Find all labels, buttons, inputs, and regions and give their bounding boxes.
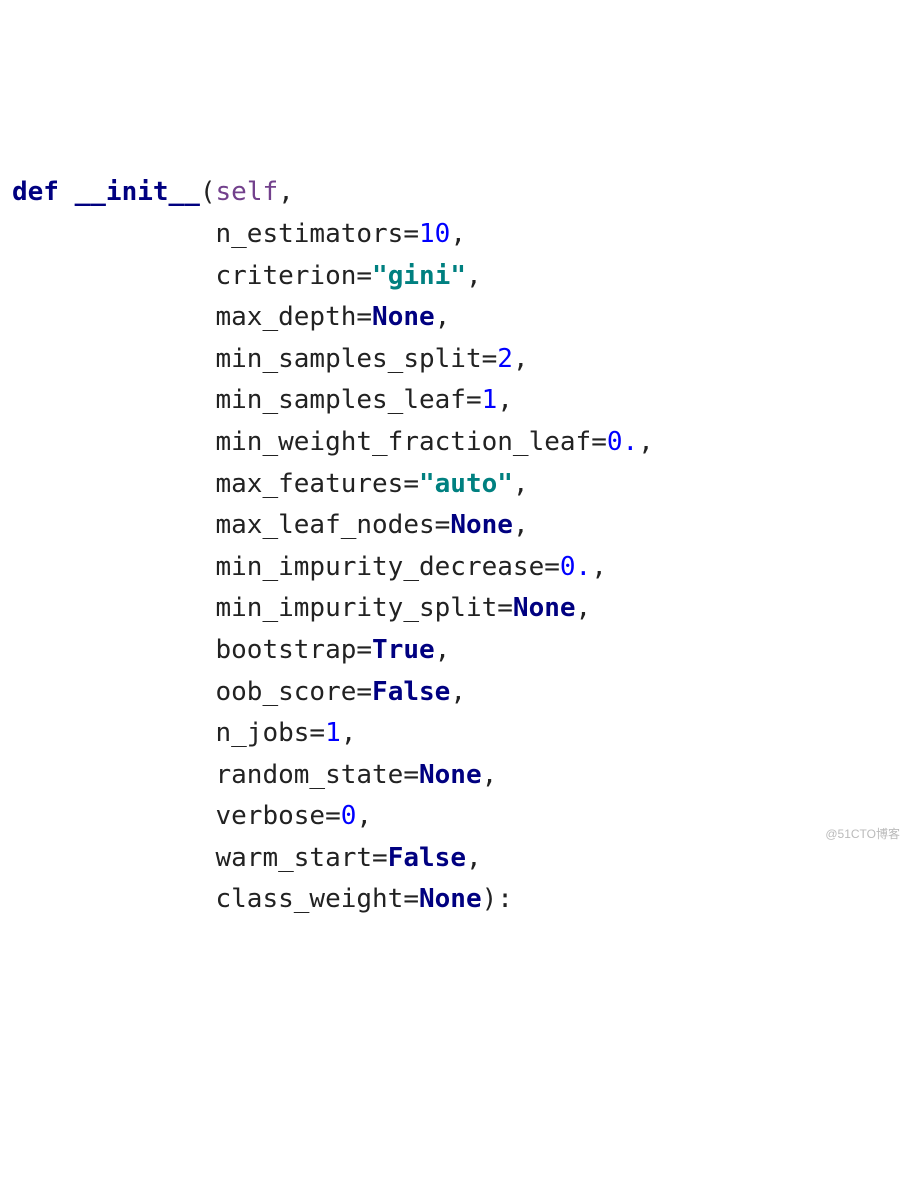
arg-name: verbose bbox=[216, 801, 326, 831]
comma: , bbox=[278, 177, 294, 207]
arg-value: 0 bbox=[341, 801, 357, 831]
comma: , bbox=[513, 344, 529, 374]
keyword-def: def bbox=[12, 177, 59, 207]
arg-value: 1 bbox=[325, 718, 341, 748]
comma: , bbox=[576, 593, 592, 623]
indent bbox=[12, 427, 216, 457]
equals: = bbox=[403, 884, 419, 914]
equals: = bbox=[356, 261, 372, 291]
comma: , bbox=[466, 843, 482, 873]
arg-name: n_estimators bbox=[216, 219, 404, 249]
arg-name: max_features bbox=[216, 469, 404, 499]
comma: , bbox=[638, 427, 654, 457]
equals: = bbox=[325, 801, 341, 831]
arg-name: class_weight bbox=[216, 884, 404, 914]
equals: = bbox=[403, 219, 419, 249]
arg-name: max_depth bbox=[216, 302, 357, 332]
arg-value: False bbox=[372, 677, 450, 707]
arg-name: min_samples_leaf bbox=[216, 385, 466, 415]
arg-name: n_jobs bbox=[216, 718, 310, 748]
comma: , bbox=[466, 261, 482, 291]
arg-value: None bbox=[419, 760, 482, 790]
arg-name: min_weight_fraction_leaf bbox=[216, 427, 592, 457]
indent bbox=[12, 261, 216, 291]
indent bbox=[12, 677, 216, 707]
comma: , bbox=[513, 510, 529, 540]
arg-name: min_impurity_decrease bbox=[216, 552, 545, 582]
arg-name: max_leaf_nodes bbox=[216, 510, 435, 540]
arg-value: 1 bbox=[482, 385, 498, 415]
arg-value: "gini" bbox=[372, 261, 466, 291]
arg-value: None bbox=[372, 302, 435, 332]
comma: , bbox=[497, 385, 513, 415]
arg-self: self bbox=[216, 177, 279, 207]
comma: , bbox=[482, 760, 498, 790]
equals: = bbox=[435, 510, 451, 540]
indent bbox=[12, 219, 216, 249]
paren-close: ): bbox=[482, 884, 513, 914]
indent bbox=[12, 760, 216, 790]
comma: , bbox=[450, 219, 466, 249]
indent bbox=[12, 718, 216, 748]
indent bbox=[12, 801, 216, 831]
comma: , bbox=[356, 801, 372, 831]
arg-value: None bbox=[450, 510, 513, 540]
indent bbox=[12, 843, 216, 873]
equals: = bbox=[482, 344, 498, 374]
comma: , bbox=[450, 677, 466, 707]
arg-value: False bbox=[388, 843, 466, 873]
comma: , bbox=[341, 718, 357, 748]
indent bbox=[12, 469, 216, 499]
arg-value: 10 bbox=[419, 219, 450, 249]
equals: = bbox=[403, 760, 419, 790]
comma: , bbox=[435, 635, 451, 665]
arg-value: 0. bbox=[607, 427, 638, 457]
watermark: @51CTO博客 bbox=[825, 825, 900, 844]
arg-name: bootstrap bbox=[216, 635, 357, 665]
arg-name: oob_score bbox=[216, 677, 357, 707]
equals: = bbox=[403, 469, 419, 499]
arg-value: None bbox=[513, 593, 576, 623]
arg-value: None bbox=[419, 884, 482, 914]
equals: = bbox=[356, 635, 372, 665]
equals: = bbox=[591, 427, 607, 457]
arg-value: True bbox=[372, 635, 435, 665]
arg-value: "auto" bbox=[419, 469, 513, 499]
arg-name: min_samples_split bbox=[216, 344, 482, 374]
comma: , bbox=[435, 302, 451, 332]
arg-name: min_impurity_split bbox=[216, 593, 498, 623]
paren-open: ( bbox=[200, 177, 216, 207]
code-block: def __init__(self, n_estimators=10, crit… bbox=[12, 177, 654, 914]
equals: = bbox=[466, 385, 482, 415]
indent bbox=[12, 385, 216, 415]
space bbox=[59, 177, 75, 207]
indent bbox=[12, 635, 216, 665]
arg-name: criterion bbox=[216, 261, 357, 291]
arg-value: 2 bbox=[497, 344, 513, 374]
comma: , bbox=[513, 469, 529, 499]
indent bbox=[12, 510, 216, 540]
indent bbox=[12, 302, 216, 332]
equals: = bbox=[372, 843, 388, 873]
equals: = bbox=[497, 593, 513, 623]
arg-value: 0. bbox=[560, 552, 591, 582]
func-name: __init__ bbox=[75, 177, 200, 207]
indent bbox=[12, 593, 216, 623]
indent bbox=[12, 552, 216, 582]
indent bbox=[12, 344, 216, 374]
arg-name: random_state bbox=[216, 760, 404, 790]
arg-name: warm_start bbox=[216, 843, 373, 873]
equals: = bbox=[356, 677, 372, 707]
equals: = bbox=[356, 302, 372, 332]
equals: = bbox=[544, 552, 560, 582]
comma: , bbox=[591, 552, 607, 582]
equals: = bbox=[309, 718, 325, 748]
indent bbox=[12, 884, 216, 914]
